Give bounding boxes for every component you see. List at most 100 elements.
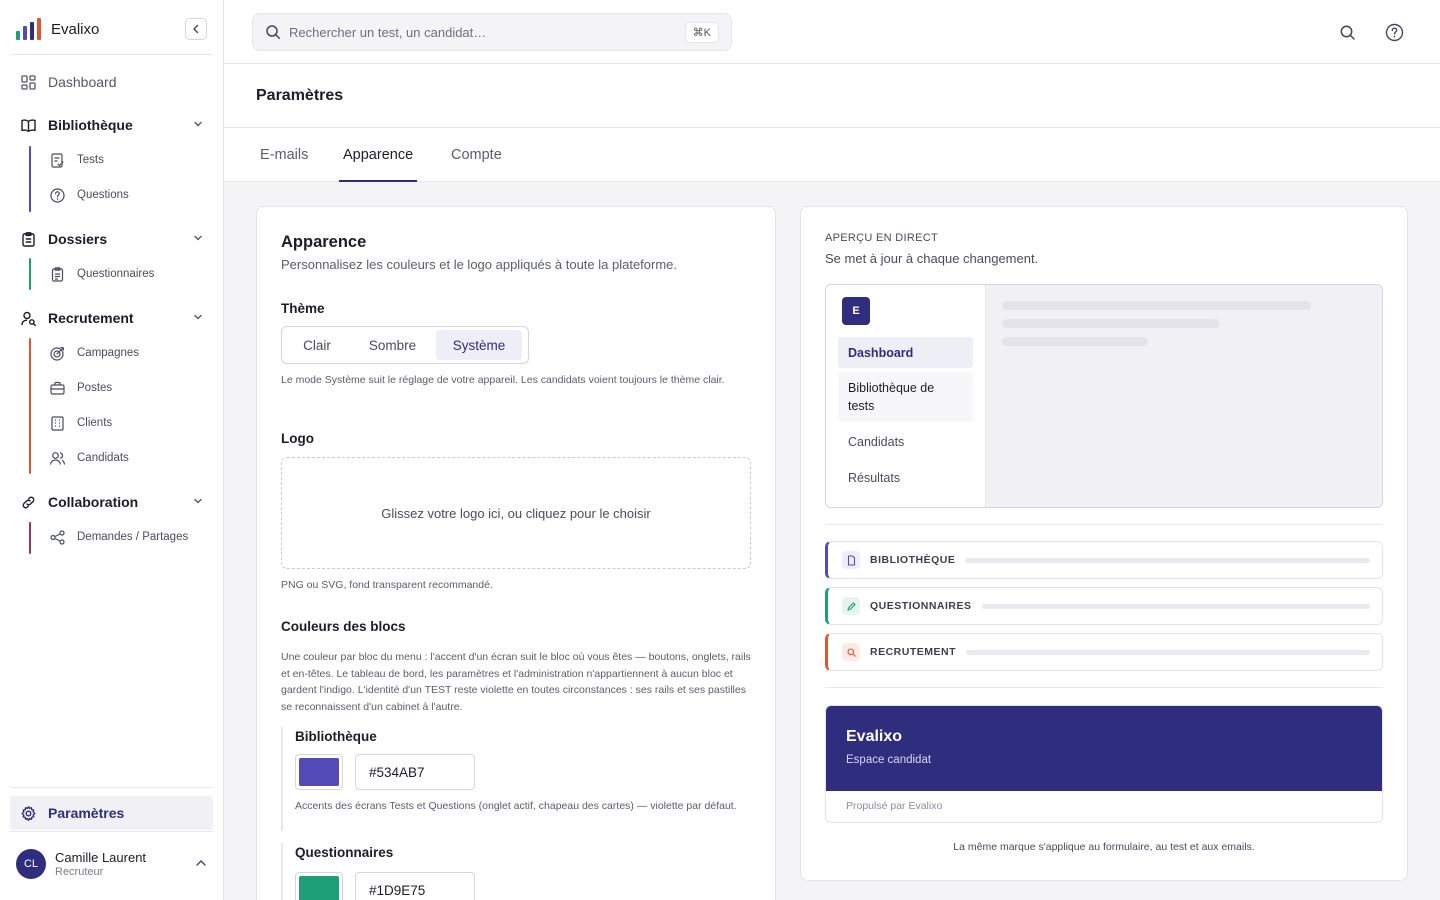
preview-block-label: QUESTIONNAIRES [870, 600, 972, 612]
preview-eyebrow: APERÇU EN DIRECT [825, 232, 938, 244]
logo-help: PNG ou SVG, fond transparent recommandé. [281, 579, 493, 591]
theme-option-systeme[interactable]: Système [436, 330, 522, 360]
hex-input-questionnaires[interactable]: #1D9E75 [355, 872, 475, 900]
search-bar[interactable]: ⌘K [252, 13, 732, 51]
help-button[interactable] [1384, 22, 1404, 42]
chevron-down-icon [194, 235, 202, 241]
sidebar-group-label: Recrutement [48, 310, 134, 326]
sidebar-item-demandes-partages[interactable]: Demandes / Partages [42, 522, 214, 552]
candidate-header: Evalixo Espace candidat [826, 706, 1382, 791]
hex-input-bibliotheque[interactable]: #534AB7 [355, 754, 475, 790]
bibliotheque-rail [29, 146, 31, 212]
preview-candidate-space: Evalixo Espace candidat Propulsé par Eva… [825, 705, 1383, 823]
search-input[interactable] [289, 24, 669, 40]
preview-block-bibliotheque: BIBLIOTHÈQUE [825, 541, 1383, 579]
sidebar-item-campagnes[interactable]: Campagnes [42, 338, 214, 368]
block-rail [281, 727, 283, 831]
sidebar-item-parametres[interactable]: Paramètres [10, 796, 213, 830]
recrutement-rail [29, 338, 31, 474]
theme-option-clair[interactable]: Clair [285, 330, 349, 360]
appearance-card: Apparence Personnalisez les couleurs et … [256, 206, 776, 900]
block-name-bibliotheque: Bibliothèque [295, 729, 377, 744]
divider [825, 687, 1383, 688]
chevron-down-icon [194, 121, 202, 127]
skeleton-line [1002, 319, 1220, 328]
grid-icon [20, 74, 37, 91]
share-icon [49, 529, 66, 546]
search-button[interactable] [1337, 22, 1357, 42]
sidebar-item-label: Questionnaires [77, 268, 155, 280]
sidebar-item-postes[interactable]: Postes [42, 373, 214, 403]
logo-dropzone[interactable]: Glissez votre logo ici, ou cliquez pour … [281, 457, 751, 569]
sidebar-item-questions[interactable]: Questions [42, 180, 214, 210]
user-menu[interactable]: CL Camille Laurent Recruteur [16, 846, 212, 882]
clipboard-icon [20, 231, 37, 248]
theme-option-sombre[interactable]: Sombre [349, 330, 436, 360]
section-subtitle: Personnalisez les couleurs et le logo ap… [281, 257, 678, 272]
preview-subtitle: Se met à jour à chaque changement. [825, 251, 1039, 266]
page-header: Paramètres [224, 64, 1440, 128]
divider [10, 831, 213, 832]
divider [825, 524, 1383, 525]
skeleton-bar [966, 649, 1370, 655]
search-icon [1340, 25, 1355, 40]
brand-name: Evalixo [51, 20, 100, 38]
skeleton-line [1002, 337, 1148, 346]
sidebar-item-label: Campagnes [77, 347, 140, 359]
theme-selector: Clair Sombre Système [281, 326, 529, 364]
gear-icon [20, 805, 37, 822]
color-swatch-bibliotheque[interactable] [295, 754, 343, 790]
brand-logo-icon [16, 18, 41, 40]
target-icon [49, 345, 66, 362]
sidebar-item-tests[interactable]: Tests [42, 145, 214, 175]
search-icon [266, 25, 280, 39]
tab-emails[interactable]: E-mails [260, 147, 308, 182]
sidebar-item-label: Clients [77, 417, 113, 429]
book-icon [20, 117, 37, 134]
preview-nav-item: Candidats [848, 435, 905, 449]
block-name-questionnaires: Questionnaires [295, 845, 394, 860]
candidate-title: Evalixo [846, 728, 903, 745]
sidebar-item-candidats[interactable]: Candidats [42, 443, 214, 473]
brand[interactable]: Evalixo [16, 16, 99, 42]
logo-label: Logo [281, 431, 314, 446]
page-title: Paramètres [256, 87, 344, 104]
theme-label: Thème [281, 301, 325, 316]
sidebar-group-recrutement[interactable]: Recrutement [10, 302, 214, 334]
block-help-bibliotheque: Accents des écrans Tests et Questions (o… [295, 800, 737, 812]
sidebar-item-label: Dashboard [48, 74, 117, 90]
sidebar: Evalixo Dashboard Bibliothèque Tests Que… [0, 0, 224, 900]
section-title: Apparence [281, 233, 367, 251]
divider [10, 787, 213, 788]
sidebar-item-questionnaires[interactable]: Questionnaires [42, 259, 214, 289]
color-swatch-questionnaires[interactable] [295, 872, 343, 900]
document-icon [842, 551, 860, 569]
block-rail [281, 843, 283, 900]
sidebar-group-dossiers[interactable]: Dossiers [10, 223, 214, 255]
preview-main [986, 285, 1382, 507]
preview-block-label: RECRUTEMENT [870, 646, 956, 658]
question-circle-icon [49, 187, 66, 204]
sidebar-item-clients[interactable]: Clients [42, 408, 214, 438]
building-icon [49, 415, 66, 432]
sidebar-item-label: Postes [77, 382, 113, 394]
tab-apparence[interactable]: Apparence [338, 147, 418, 182]
settings-tabs: E-mails Apparence Compte [224, 128, 1440, 182]
pencil-icon [842, 597, 860, 615]
briefcase-icon [49, 380, 66, 397]
divider [10, 54, 213, 55]
avatar: CL [16, 849, 46, 879]
preview-app-mock: E Dashboard Bibliothèque de tests Candid… [825, 284, 1383, 508]
preview-nav-item: Dashboard [838, 337, 973, 368]
user-role: Recruteur [55, 866, 104, 878]
topbar: ⌘K [224, 0, 1440, 64]
candidate-subtitle: Espace candidat [846, 754, 932, 766]
collapse-sidebar-button[interactable] [185, 18, 207, 40]
sidebar-group-bibliotheque[interactable]: Bibliothèque [10, 109, 214, 141]
tab-compte[interactable]: Compte [451, 147, 502, 182]
link-icon [20, 494, 37, 511]
sidebar-group-collaboration[interactable]: Collaboration [10, 486, 214, 518]
sidebar-item-dashboard[interactable]: Dashboard [10, 66, 214, 98]
search-shortcut-badge: ⌘K [684, 22, 719, 43]
preview-block-label: BIBLIOTHÈQUE [870, 554, 956, 566]
